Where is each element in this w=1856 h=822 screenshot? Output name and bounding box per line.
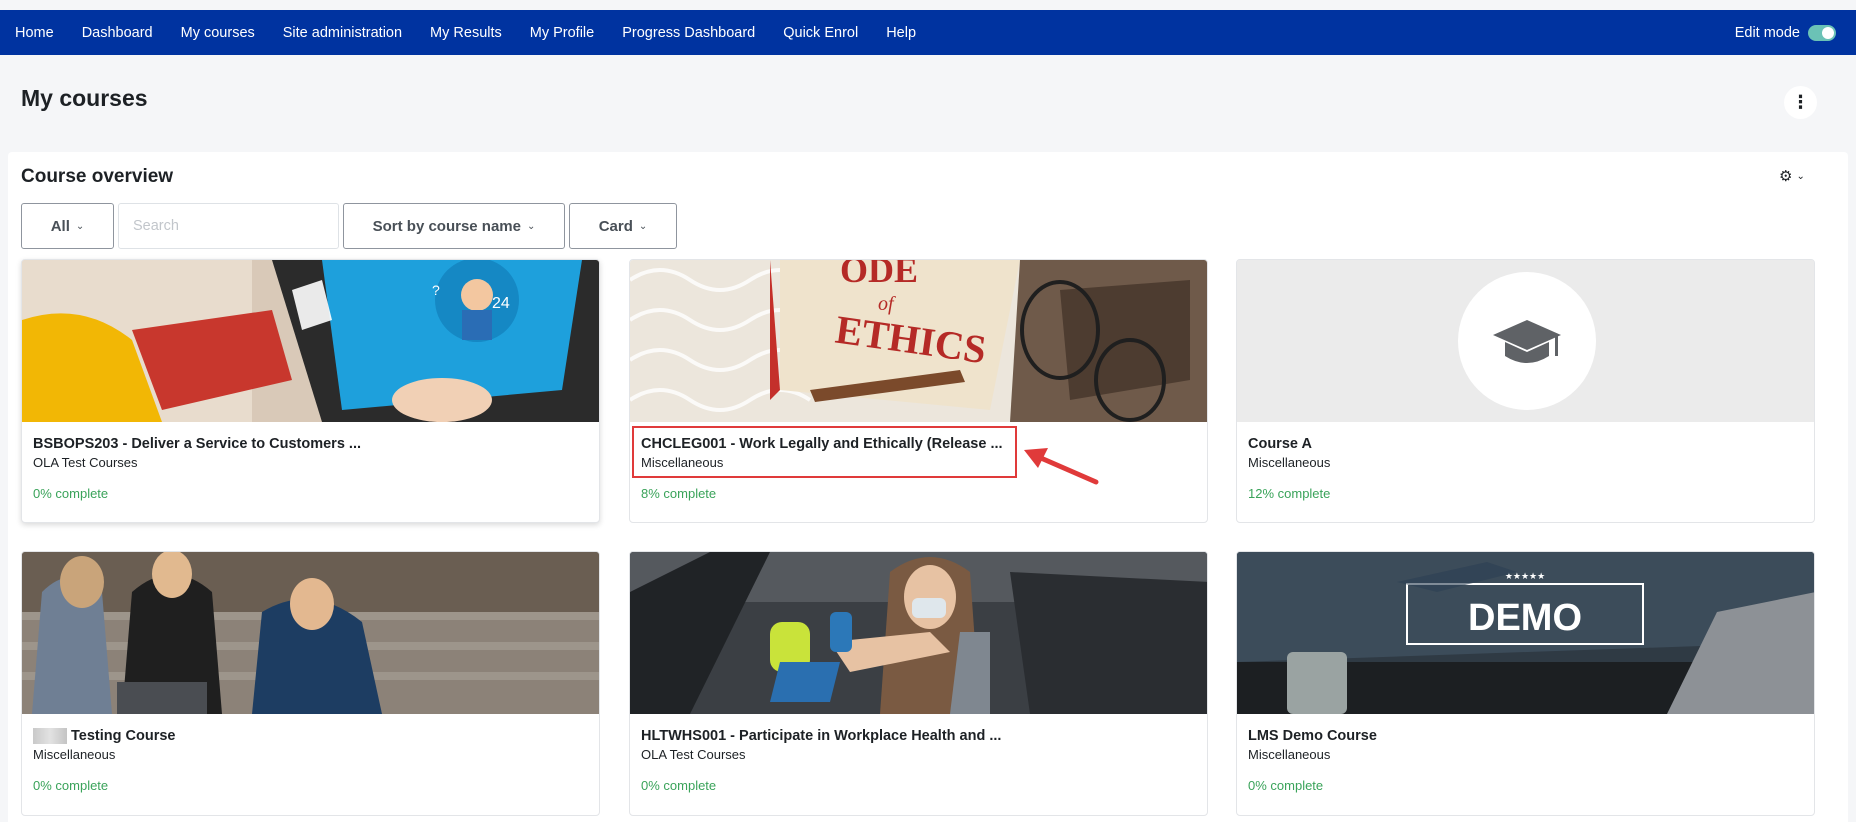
redacted-text [33, 728, 67, 745]
course-progress: 12% complete [1248, 486, 1331, 501]
course-progress: 0% complete [33, 486, 109, 501]
course-image[interactable]: ? 24 [22, 260, 599, 422]
course-card[interactable]: ODE of ETHICS CHCLEG001 - Work Legally a… [629, 259, 1208, 523]
course-progress: 8% complete [641, 486, 717, 501]
course-image[interactable] [22, 552, 599, 714]
page-title: My courses [21, 85, 148, 111]
nav-item-site-administration[interactable]: Site administration [283, 25, 402, 41]
ethics-text-top: ODE [840, 260, 918, 290]
course-card[interactable]: Course A Miscellaneous 12% complete [1236, 259, 1815, 523]
course-category: Miscellaneous [1248, 747, 1331, 762]
course-overview-settings-button[interactable]: ⚙ ⌄ [1779, 167, 1805, 185]
view-dropdown-label: Card [598, 217, 633, 235]
sort-dropdown-label: Sort by course name [372, 217, 521, 235]
svg-text:?: ? [432, 282, 440, 298]
course-title-link[interactable]: Course A [1248, 436, 1312, 452]
annotation-highlight-box [632, 426, 1017, 478]
chevron-down-icon: ⌄ [75, 220, 85, 232]
nav-item-my-profile[interactable]: My Profile [530, 25, 594, 41]
annotation-arrow-icon [1024, 448, 1099, 485]
chevron-down-icon: ⌄ [527, 220, 536, 232]
course-overview-title: Course overview [21, 166, 174, 187]
course-progress: 0% complete [1248, 778, 1324, 793]
gear-icon: ⚙ [1779, 168, 1793, 185]
course-image[interactable]: ODE of ETHICS [630, 260, 1207, 422]
kebab-menu-icon: ⋮ [1791, 92, 1810, 112]
nav-item-home[interactable]: Home [15, 25, 54, 41]
course-progress: 0% complete [33, 778, 109, 793]
course-card[interactable]: HLTWHS001 - Participate in Workplace Hea… [629, 551, 1208, 816]
nav-item-quick-enrol[interactable]: Quick Enrol [783, 25, 858, 41]
top-navigation-bar: Home Dashboard My courses Site administr… [0, 10, 1856, 55]
course-title-link[interactable]: BSBOPS203 - Deliver a Service to Custome… [33, 436, 361, 452]
course-category: OLA Test Courses [641, 747, 746, 762]
course-title-link[interactable]: LMS Demo Course [1248, 728, 1377, 744]
course-category: Miscellaneous [1248, 455, 1331, 470]
sort-dropdown[interactable]: Sort by course name ⌄ [343, 203, 565, 249]
course-card[interactable]: ★★★★★ DEMO LMS Demo Course Miscellaneous… [1236, 551, 1815, 816]
support-number-text: 24 [492, 295, 510, 312]
course-title-link[interactable]: HLTWHS001 - Participate in Workplace Hea… [641, 728, 1001, 744]
demo-text: DEMO [1468, 597, 1582, 639]
edit-mode-label: Edit mode [1734, 24, 1800, 41]
edit-mode-toggle[interactable] [1808, 24, 1836, 41]
course-image[interactable] [1237, 260, 1814, 422]
course-image[interactable] [630, 552, 1207, 714]
course-category: OLA Test Courses [33, 455, 138, 470]
nav-item-my-courses[interactable]: My courses [181, 25, 255, 41]
course-card[interactable]: Testing Course Miscellaneous 0% complete [21, 551, 600, 816]
course-search-input[interactable] [118, 203, 339, 249]
course-card[interactable]: ? 24 BSBOPS203 - Deliver a Service to Cu… [21, 259, 600, 523]
page-actions-menu-button[interactable]: ⋮ [1784, 86, 1817, 119]
course-image[interactable]: ★★★★★ DEMO [1237, 552, 1814, 714]
filter-dropdown[interactable]: All ⌄ [21, 203, 114, 249]
nav-item-my-results[interactable]: My Results [430, 25, 502, 41]
chevron-down-icon: ⌄ [638, 220, 648, 232]
course-title-link[interactable]: Testing Course [71, 728, 175, 744]
course-title-row[interactable]: Testing Course [33, 728, 175, 745]
edit-mode-control: Edit mode [1735, 10, 1836, 55]
filter-dropdown-label: All [50, 217, 70, 235]
chevron-down-icon: ⌄ [1796, 170, 1805, 182]
nav-item-progress-dashboard[interactable]: Progress Dashboard [622, 25, 755, 41]
course-category: Miscellaneous [33, 747, 116, 762]
course-progress: 0% complete [641, 778, 717, 793]
view-dropdown[interactable]: Card ⌄ [569, 203, 677, 249]
nav-item-help[interactable]: Help [886, 25, 916, 41]
nav-item-dashboard[interactable]: Dashboard [82, 25, 153, 41]
